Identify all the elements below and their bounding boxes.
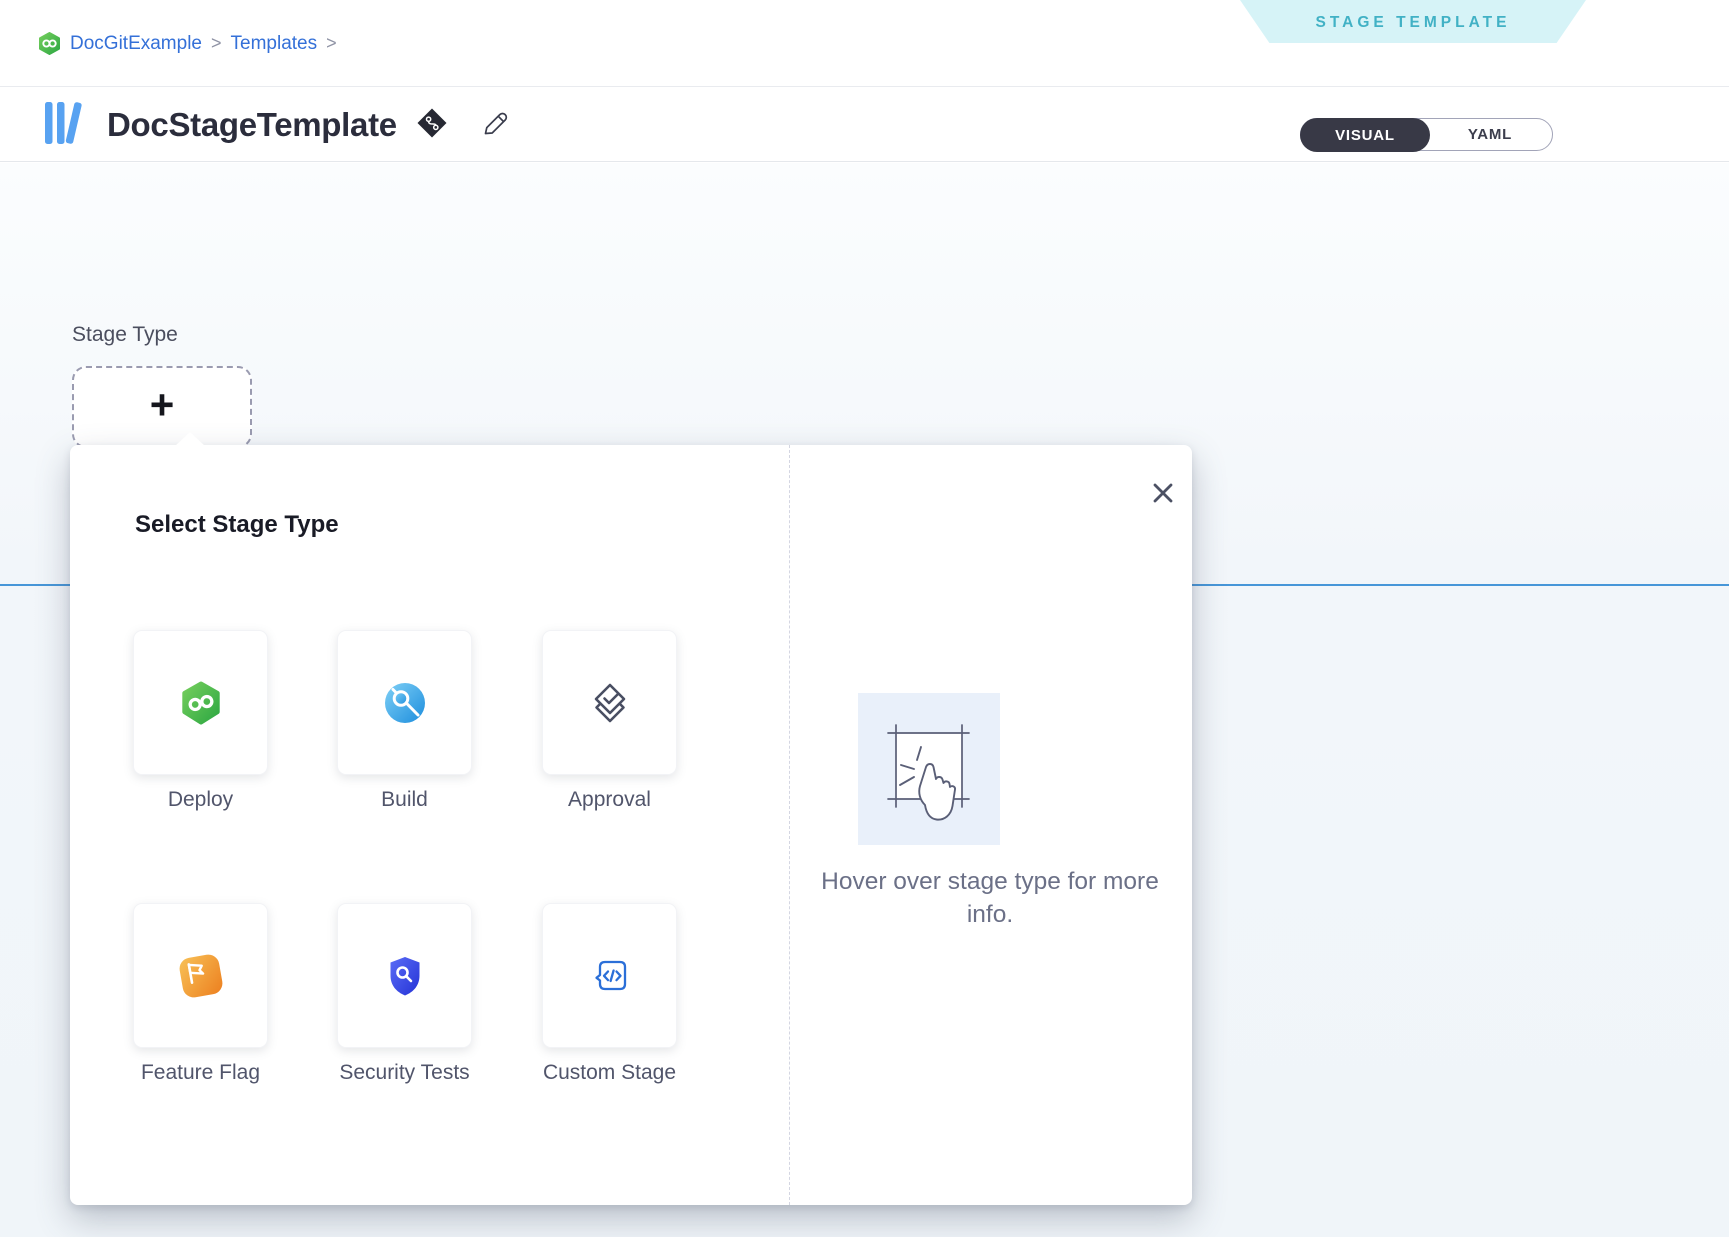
plus-icon: +: [150, 384, 175, 426]
breadcrumb-separator: >: [326, 33, 337, 54]
title-bar: DocStageTemplate VISUAL: [0, 88, 1729, 162]
approval-diamond-check-icon: [588, 681, 632, 725]
stage-type-card-build[interactable]: [337, 630, 472, 775]
project-hexagon-icon: [38, 32, 61, 55]
modal-title: Select Stage Type: [135, 511, 339, 539]
page-title: DocStageTemplate: [107, 106, 397, 144]
view-mode-toggle: VISUAL YAML: [1300, 118, 1553, 151]
select-stage-type-popover: Select Stage Type: [70, 445, 1192, 1205]
stage-type-label-security-tests: Security Tests: [337, 1058, 472, 1088]
feature-flag-icon: [177, 952, 223, 998]
security-shield-magnifier-icon: [383, 954, 427, 998]
stage-type-label-build: Build: [337, 785, 472, 815]
deploy-hexagon-infinity-icon: [179, 681, 223, 725]
stage-type-card-approval[interactable]: [542, 630, 677, 775]
popover-caret: [175, 432, 205, 446]
toggle-yaml-label: YAML: [1468, 126, 1512, 143]
edit-pencil-icon[interactable]: [465, 108, 509, 143]
custom-stage-code-icon: [587, 953, 633, 999]
toggle-visual-label: VISUAL: [1335, 127, 1395, 144]
stage-template-badge-label: STAGE TEMPLATE: [1316, 12, 1511, 32]
breadcrumb-separator: >: [211, 33, 222, 54]
add-stage-button[interactable]: +: [72, 366, 252, 448]
build-circle-magnifier-icon: [383, 681, 427, 725]
stage-type-card-feature-flag[interactable]: [133, 903, 268, 1048]
panel-divider: [789, 445, 790, 1205]
breadcrumb-project-link[interactable]: DocGitExample: [70, 33, 202, 55]
stage-type-label-custom-stage: Custom Stage: [542, 1058, 677, 1088]
stage-type-card-custom-stage[interactable]: [542, 903, 677, 1048]
template-library-bars-icon: [44, 101, 90, 150]
stage-type-card-deploy[interactable]: [133, 630, 268, 775]
template-studio-page: DocGitExample > Templates > STAGE TEMPLA…: [0, 0, 1729, 1237]
toggle-visual-button[interactable]: VISUAL: [1300, 118, 1430, 152]
git-diamond-icon: [414, 107, 448, 144]
stage-type-label: Stage Type: [72, 323, 178, 347]
cursor-click-square-illustration: [858, 693, 1000, 845]
stage-type-label-deploy: Deploy: [133, 785, 268, 815]
stage-type-label-feature-flag: Feature Flag: [133, 1058, 268, 1088]
toggle-yaml-button[interactable]: YAML: [1428, 119, 1552, 150]
stage-type-card-security-tests[interactable]: [337, 903, 472, 1048]
stage-type-label-approval: Approval: [542, 785, 677, 815]
breadcrumb-templates-link[interactable]: Templates: [231, 33, 318, 55]
breadcrumb: DocGitExample > Templates >: [38, 0, 337, 87]
stage-template-badge: STAGE TEMPLATE: [1240, 0, 1586, 43]
hover-hint-text: Hover over stage type for more info.: [820, 865, 1160, 931]
close-icon[interactable]: [1148, 478, 1178, 508]
